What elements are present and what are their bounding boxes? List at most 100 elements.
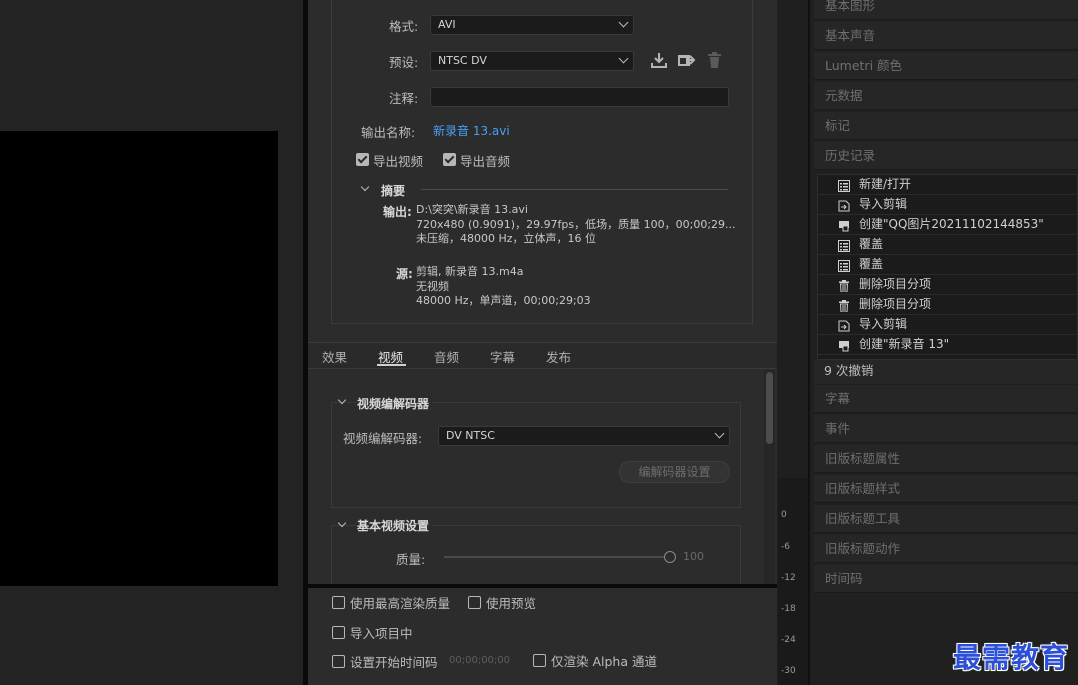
format-select-value: AVI xyxy=(438,18,456,31)
quality-slider-track[interactable] xyxy=(444,556,666,558)
panel-header-legacy-title-actions[interactable]: 旧版标题动作 xyxy=(814,535,1078,563)
format-select[interactable]: AVI xyxy=(430,15,634,35)
tab-audio[interactable]: 音频 xyxy=(434,347,459,366)
export-audio-label: 导出音频 xyxy=(460,154,511,169)
history-item-label: 创建"QQ图片20211102144853" xyxy=(859,217,1044,231)
save-preset-icon[interactable] xyxy=(650,52,668,69)
source-summary-line: 剪辑, 新录音 13.m4a xyxy=(416,265,524,278)
export-video-label: 导出视频 xyxy=(373,154,424,169)
history-item[interactable]: 新建/打开 xyxy=(817,175,1076,195)
source-summary-line: 无视频 xyxy=(416,279,449,293)
history-item-label: 覆盖 xyxy=(859,257,884,271)
render-alpha-label: 仅渲染 Alpha 通道 xyxy=(551,654,657,669)
watermark-logo: 最需教育 xyxy=(953,641,1070,674)
import-clip-icon xyxy=(838,199,850,212)
panel-header-lumetri-color[interactable]: Lumetri 颜色 xyxy=(814,52,1078,80)
preset-label: 预设: xyxy=(389,55,419,70)
history-item[interactable]: 删除项目分项 xyxy=(817,295,1076,315)
source-summary-label: 源: xyxy=(396,267,413,281)
panel-header-essential-sound[interactable]: 基本声音 xyxy=(814,22,1078,50)
meter-tick: 0 xyxy=(781,510,787,520)
basic-section-title: 基本视频设置 xyxy=(357,517,434,534)
create-clip-icon xyxy=(838,339,850,352)
meter-tick: -18 xyxy=(781,604,796,614)
history-item-label: 创建"新录音 13" xyxy=(859,337,950,351)
history-item-label: 删除项目分项 xyxy=(859,277,932,291)
codec-settings-button[interactable]: 编解码器设置 xyxy=(619,461,730,483)
panel-header-markers[interactable]: 标记 xyxy=(814,112,1078,140)
meter-tick: -6 xyxy=(781,542,790,552)
history-items: 新建/打开 导入剪辑 创建"QQ图片20211102144853" 覆盖 覆盖 删除项目分… xyxy=(817,175,1078,360)
export-audio-checkbox[interactable] xyxy=(443,153,456,166)
meter-tick: -24 xyxy=(781,635,796,645)
render-alpha-checkbox[interactable] xyxy=(533,654,546,667)
delete-preset-icon[interactable] xyxy=(707,52,722,69)
document-list-icon xyxy=(838,239,850,252)
history-item-label: 导入剪辑 xyxy=(859,317,908,331)
history-item[interactable]: 覆盖 xyxy=(817,255,1076,275)
panel-header-metadata[interactable]: 元数据 xyxy=(814,82,1078,110)
panel-header-history[interactable]: 历史记录 xyxy=(814,142,1078,170)
import-into-project-label: 导入项目中 xyxy=(350,626,413,641)
codec-select-value: DV NTSC xyxy=(446,429,495,442)
panel-header-captions[interactable]: 字幕 xyxy=(814,385,1078,413)
output-name-label: 输出名称: xyxy=(361,125,416,140)
source-summary: 剪辑, 新录音 13.m4a 无视频 48000 Hz，单声道，00;00;29… xyxy=(416,265,591,309)
preset-select-value: NTSC DV xyxy=(438,54,487,67)
panel-header-events[interactable]: 事件 xyxy=(814,415,1078,443)
history-item-label: 删除项目分项 xyxy=(859,297,932,311)
history-item[interactable]: 覆盖 xyxy=(817,235,1076,255)
history-item[interactable]: 导入剪辑 xyxy=(817,315,1076,335)
history-item[interactable]: 删除项目分项 xyxy=(817,275,1076,295)
use-previews-label: 使用预览 xyxy=(486,596,537,611)
history-item-label: 导入剪辑 xyxy=(859,197,908,211)
output-summary: D:\突突\新录音 13.avi 720x480 (0.9091)，29.97f… xyxy=(416,203,736,247)
panel-header-legacy-title-tools[interactable]: 旧版标题工具 xyxy=(814,505,1078,533)
trash-icon xyxy=(838,279,850,293)
codec-select[interactable]: DV NTSC xyxy=(438,426,730,446)
export-video-checkbox[interactable] xyxy=(356,153,369,166)
document-list-icon xyxy=(838,179,850,192)
tab-effects[interactable]: 效果 xyxy=(322,347,347,366)
output-summary-line: 720x480 (0.9091)，29.97fps，低场，质量 100，00;0… xyxy=(416,217,736,231)
max-render-quality-checkbox[interactable] xyxy=(332,596,345,609)
quality-slider-handle[interactable] xyxy=(664,551,676,563)
tab-publish[interactable]: 发布 xyxy=(546,347,571,366)
tab-captions[interactable]: 字幕 xyxy=(490,347,515,366)
quality-label: 质量: xyxy=(396,552,426,567)
trash-icon xyxy=(838,299,850,313)
import-preset-icon[interactable] xyxy=(677,52,696,69)
comment-input[interactable] xyxy=(430,87,729,107)
panel-header-essential-graphics[interactable]: 基本图形 xyxy=(814,0,1078,20)
panel-header-legacy-title-properties[interactable]: 旧版标题属性 xyxy=(814,445,1078,473)
import-clip-icon xyxy=(838,319,850,332)
output-summary-line: 未压缩，48000 Hz，立体声，16 位 xyxy=(416,232,597,245)
import-into-project-checkbox[interactable] xyxy=(332,626,345,639)
output-summary-label: 输出: xyxy=(383,205,412,219)
video-preview xyxy=(0,131,278,586)
active-tab-indicator xyxy=(377,364,406,366)
panel-header-legacy-title-styles[interactable]: 旧版标题样式 xyxy=(814,475,1078,503)
chevron-down-icon xyxy=(618,53,629,64)
max-render-quality-label: 使用最高渲染质量 xyxy=(350,596,451,611)
divider xyxy=(421,189,728,190)
quality-value[interactable]: 100 xyxy=(683,550,704,563)
panel-header-timecode[interactable]: 时间码 xyxy=(814,565,1078,593)
format-label: 格式: xyxy=(389,19,419,34)
source-summary-line: 48000 Hz，单声道，00;00;29;03 xyxy=(416,294,591,307)
chevron-down-icon xyxy=(618,17,629,28)
codec-section-title: 视频编解码器 xyxy=(357,395,434,412)
set-start-timecode-label: 设置开始时间码 xyxy=(350,655,438,670)
history-item[interactable]: 创建"QQ图片20211102144853" xyxy=(817,215,1076,235)
scrollbar-thumb[interactable] xyxy=(766,372,773,444)
meter-tick: -30 xyxy=(781,666,796,676)
history-item[interactable]: 导入剪辑 xyxy=(817,195,1076,215)
use-previews-checkbox[interactable] xyxy=(468,596,481,609)
codec-group xyxy=(331,402,741,508)
preset-select[interactable]: NTSC DV xyxy=(430,51,634,71)
history-item[interactable]: 创建"新录音 13" xyxy=(817,335,1076,355)
set-start-timecode-checkbox[interactable] xyxy=(332,655,345,668)
start-timecode-value[interactable]: 00;00;00;00 xyxy=(449,655,510,666)
chevron-down-icon xyxy=(714,428,725,439)
output-name-link[interactable]: 新录音 13.avi xyxy=(433,122,510,139)
